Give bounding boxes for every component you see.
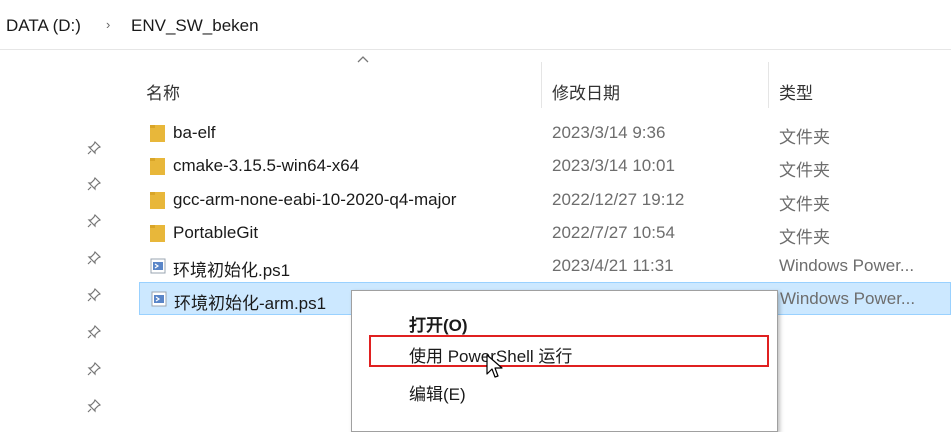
- column-divider[interactable]: [768, 62, 769, 108]
- folder-icon: [150, 125, 165, 142]
- file-row[interactable]: ba-elf 2023/3/14 9:36 文件夹: [139, 117, 951, 150]
- powershell-file-icon: [151, 291, 167, 307]
- pin-icon[interactable]: [86, 213, 102, 229]
- sort-ascending-icon: [357, 56, 369, 63]
- context-menu: 打开(O) 使用 PowerShell 运行 编辑(E): [351, 290, 778, 432]
- breadcrumb-item-drive[interactable]: DATA (D:): [6, 16, 81, 36]
- menu-item-open[interactable]: 打开(O): [409, 311, 468, 336]
- pin-icon[interactable]: [86, 361, 102, 377]
- breadcrumb-separator-icon[interactable]: ›: [106, 17, 110, 32]
- powershell-file-icon: [150, 258, 166, 274]
- file-name: cmake-3.15.5-win64-x64: [173, 156, 360, 175]
- column-header-type[interactable]: 类型: [779, 79, 813, 104]
- file-type: 文件夹: [779, 161, 830, 180]
- column-header-name[interactable]: 名称: [146, 79, 180, 104]
- file-type: Windows Power...: [779, 256, 915, 275]
- file-name: 环境初始化-arm.ps1: [174, 294, 327, 313]
- file-name: gcc-arm-none-eabi-10-2020-q4-major: [173, 190, 457, 209]
- file-row[interactable]: PortableGit 2022/7/27 10:54 文件夹: [139, 217, 951, 250]
- pin-icon[interactable]: [86, 398, 102, 414]
- file-type: 文件夹: [779, 195, 830, 214]
- file-name: PortableGit: [173, 223, 259, 242]
- folder-icon: [150, 192, 165, 209]
- pin-icon[interactable]: [86, 324, 102, 340]
- file-row[interactable]: gcc-arm-none-eabi-10-2020-q4-major 2022/…: [139, 184, 951, 217]
- file-date: 2022/12/27 19:12: [552, 190, 685, 209]
- file-name: 环境初始化.ps1: [173, 261, 291, 280]
- mouse-cursor-icon: [486, 354, 503, 378]
- breadcrumb-item-folder[interactable]: ENV_SW_beken: [131, 16, 259, 36]
- file-date: 2022/7/27 10:54: [552, 223, 675, 242]
- file-row[interactable]: 环境初始化.ps1 2023/4/21 11:31 Windows Power.…: [139, 250, 951, 283]
- file-type: 文件夹: [779, 228, 830, 247]
- pin-icon[interactable]: [86, 287, 102, 303]
- file-name: ba-elf: [173, 123, 216, 142]
- folder-icon: [150, 158, 165, 175]
- folder-icon: [150, 225, 165, 242]
- file-row[interactable]: cmake-3.15.5-win64-x64 2023/3/14 10:01 文…: [139, 150, 951, 183]
- column-divider[interactable]: [541, 62, 542, 108]
- menu-item-edit[interactable]: 编辑(E): [409, 380, 466, 405]
- pin-icon[interactable]: [86, 140, 102, 156]
- file-date: 2023/4/21 11:31: [552, 256, 674, 275]
- file-date: 2023/3/14 9:36: [552, 123, 666, 142]
- pin-icon[interactable]: [86, 250, 102, 266]
- breadcrumb: DATA (D:) › ENV_SW_beken: [0, 0, 951, 50]
- file-type: Windows Power...: [780, 289, 916, 308]
- file-type: 文件夹: [779, 128, 830, 147]
- pin-icon[interactable]: [86, 176, 102, 192]
- file-date: 2023/3/14 10:01: [552, 156, 675, 175]
- column-header-date[interactable]: 修改日期: [552, 79, 620, 104]
